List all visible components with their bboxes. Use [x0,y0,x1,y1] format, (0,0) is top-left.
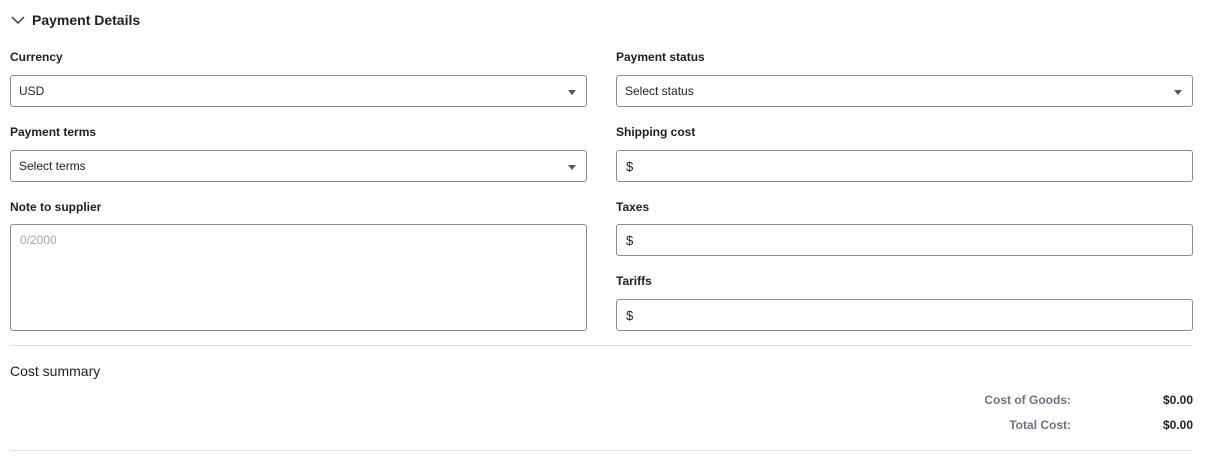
total-cost-label: Total Cost: [1009,418,1071,432]
total-cost-value: $0.00 [1162,418,1193,432]
caret-down-icon [1174,90,1182,95]
shipping-cost-field[interactable]: $ [616,150,1193,182]
note-to-supplier-input[interactable] [11,225,586,330]
caret-down-icon [568,165,576,170]
note-to-supplier-box [10,224,587,331]
currency-value: USD [19,84,45,98]
payment-status-select[interactable]: Select status [616,75,1193,107]
payment-status-label: Payment status [616,50,705,64]
payment-terms-select[interactable]: Select terms [10,150,587,182]
payment-details-toggle[interactable]: Payment Details [10,10,140,30]
taxes-input[interactable] [637,226,1192,254]
tariffs-input[interactable] [637,301,1192,329]
chevron-down-icon [11,16,25,24]
section-divider [10,345,1193,346]
taxes-field[interactable]: $ [616,224,1193,256]
tariffs-field[interactable]: $ [616,299,1193,331]
currency-prefix: $ [626,307,634,323]
currency-prefix: $ [626,232,634,248]
payment-terms-label: Payment terms [10,125,97,139]
payment-status-value: Select status [625,84,694,98]
currency-prefix: $ [626,158,634,174]
shipping-cost-label: Shipping cost [616,125,696,139]
shipping-cost-input[interactable] [637,152,1192,180]
cost-of-goods-label: Cost of Goods: [984,393,1071,407]
caret-down-icon [568,90,576,95]
payment-terms-value: Select terms [19,159,86,173]
currency-select[interactable]: USD [10,75,587,107]
currency-label: Currency [10,50,63,64]
cost-summary-title: Cost summary [10,363,101,379]
tariffs-label: Tariffs [616,274,652,288]
section-title: Payment Details [32,12,141,28]
note-to-supplier-label: Note to supplier [10,200,102,214]
cost-of-goods-value: $0.00 [1162,393,1193,407]
bottom-divider [10,450,1193,451]
taxes-label: Taxes [616,200,650,214]
